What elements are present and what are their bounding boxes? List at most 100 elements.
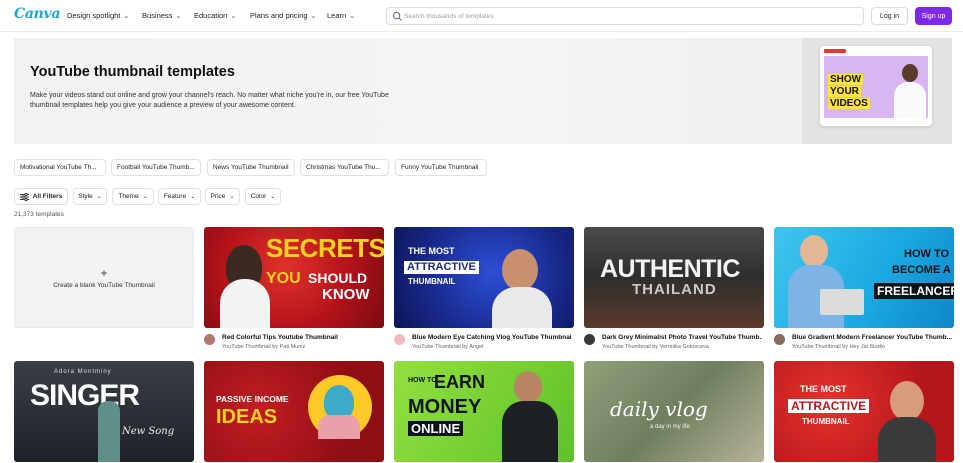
chevron-down-icon: ⌄ [142, 194, 148, 200]
create-blank-card[interactable]: + Create a blank YouTube Thumbnail [14, 227, 194, 328]
template-count: 21,373 templates [14, 211, 64, 218]
top-navigation-bar: Canva Design spotlight ⌄ Business ⌄ Educat… [0, 0, 963, 32]
monitor-illustration: SHOW YOUR VIDEOS [820, 46, 932, 126]
nav-education[interactable]: Education ⌄ [194, 11, 236, 20]
chevron-down-icon: ⌄ [123, 12, 130, 20]
thumbnail-text: KNOW [322, 286, 370, 303]
category-chip-funny[interactable]: Funny YouTube Thumbnail [395, 159, 487, 176]
template-author: YouTube Thumbnail by Veronika Gotovceva [602, 344, 709, 350]
thumbnail-text: THUMBNAIL [408, 277, 456, 286]
filter-price[interactable]: Price ⌄ [205, 188, 240, 205]
signup-button[interactable]: Sign up [915, 7, 952, 25]
nav-label: Business [142, 11, 173, 20]
thumbnail-person-body [220, 279, 270, 328]
author-avatar [584, 334, 595, 345]
template-title[interactable]: Dark Grey Minimalist Photo Travel YouTub… [602, 334, 762, 341]
filter-style[interactable]: Style ⌄ [73, 188, 107, 205]
template-card[interactable]: HOW TO EARN MONEY ONLINE [394, 361, 574, 462]
chevron-down-icon: ⌄ [175, 12, 182, 20]
create-blank-label: Create a blank YouTube Thumbnail [53, 282, 155, 289]
template-author: YouTube Thumbnail by Angel [412, 344, 484, 350]
filter-label: All Filters [32, 193, 63, 200]
login-button[interactable]: Log in [871, 7, 908, 25]
nav-label: Education [194, 11, 228, 20]
template-card[interactable]: daily vlog a day in my life [584, 361, 764, 462]
author-avatar [394, 334, 405, 345]
thumbnail-person-body [878, 417, 936, 462]
chevron-down-icon: ⌄ [96, 194, 102, 200]
thumbnail-text: PASSIVE INCOME [216, 394, 289, 404]
nav-plans-and-pricing[interactable]: Plans and pricing ⌄ [250, 11, 316, 20]
filter-label: Style [78, 193, 93, 200]
hero-banner: YouTube thumbnail templates Make your vi… [14, 38, 952, 144]
category-chip-news[interactable]: News YouTube Thumbnail [207, 159, 295, 176]
thumbnail-text: HOW TO [408, 377, 437, 384]
thumbnail-person [502, 249, 538, 291]
thumbnail-text: THE MOST [800, 384, 847, 394]
nav-label: Design spotlight [67, 11, 121, 20]
thumbnail-text: AUTHENTIC [600, 255, 740, 283]
template-author: YouTube Thumbnail by Pati Muniz [222, 344, 306, 350]
thumbnail-person-body [492, 287, 552, 328]
template-card[interactable]: THE MOST ATTRACTIVE THUMBNAIL [774, 361, 954, 462]
template-title[interactable]: Blue Modern Eye Catching Vlog YouTube Th… [412, 334, 572, 341]
laptop-illustration [820, 289, 864, 315]
chevron-down-icon: ⌄ [349, 12, 356, 20]
hero-art-line: VIDEOS [828, 98, 870, 109]
chevron-down-icon: ⌄ [190, 194, 196, 200]
thumbnail-text: SHOULD [308, 270, 368, 286]
template-card[interactable]: PASSIVE INCOME IDEAS [204, 361, 384, 462]
nav-business[interactable]: Business ⌄ [142, 11, 181, 20]
filter-label: Theme [118, 193, 139, 200]
search-box [386, 7, 864, 25]
thumbnail-text: ATTRACTIVE [788, 399, 870, 413]
filter-sliders-icon [19, 192, 29, 201]
hero-art-text: SHOW YOUR VIDEOS [828, 73, 870, 109]
all-filters-button[interactable]: All Filters [14, 188, 68, 205]
thumbnail-person [514, 371, 542, 403]
thumbnail-text: THAILAND [632, 281, 717, 298]
search-icon [392, 11, 403, 22]
search-input[interactable] [404, 10, 859, 23]
plus-icon: + [100, 266, 108, 280]
monitor-screen: SHOW YOUR VIDEOS [824, 56, 928, 118]
filter-color[interactable]: Color ⌄ [245, 188, 281, 205]
template-title[interactable]: Blue Gradient Modern Freelancer YouTube … [792, 334, 952, 341]
template-card[interactable]: HOW TO BECOME A FREELANCER [774, 227, 954, 328]
thumbnail-person [890, 381, 924, 421]
thumbnail-text: HOW TO [904, 248, 950, 260]
category-chip-football[interactable]: Football YouTube Thumb... [111, 159, 201, 176]
thumbnail-text: EARN [434, 372, 486, 392]
template-card[interactable]: Adora Montminy SINGER New Song [14, 361, 194, 462]
thumbnail-person [800, 235, 828, 267]
nav-label: Learn [327, 11, 347, 20]
thumbnail-person [324, 385, 354, 419]
template-card[interactable]: AUTHENTIC THAILAND [584, 227, 764, 328]
thumbnail-text: SECRETS [266, 233, 384, 263]
thumbnail-text: ATTRACTIVE [404, 261, 479, 274]
template-card[interactable]: SECRETS YOU SHOULD KNOW [204, 227, 384, 328]
canva-logo[interactable]: Canva [14, 6, 60, 22]
thumbnail-person-body [502, 401, 558, 462]
nav-design-spotlight[interactable]: Design spotlight ⌄ [67, 11, 129, 20]
thumbnail-text: THUMBNAIL [802, 417, 850, 426]
thumbnail-text: ONLINE [408, 421, 464, 436]
nav-label: Plans and pricing [250, 11, 308, 20]
filter-theme[interactable]: Theme ⌄ [112, 188, 154, 205]
filter-label: Price [210, 193, 226, 200]
template-card[interactable]: THE MOST ATTRACTIVE THUMBNAIL [394, 227, 574, 328]
thumbnail-text: Adora Montminy [54, 369, 112, 375]
hero-illustration: SHOW YOUR VIDEOS [802, 38, 952, 144]
template-title[interactable]: Red Colorful Tips Youtube Thumbnail [222, 334, 382, 341]
nav-learn[interactable]: Learn ⌄ [327, 11, 355, 20]
filter-feature[interactable]: Feature ⌄ [158, 188, 201, 205]
chevron-down-icon: ⌄ [310, 12, 317, 20]
thumbnail-person-body [318, 415, 360, 439]
thumbnail-text: YOU [266, 270, 301, 287]
thumbnail-text: SINGER [30, 379, 140, 412]
youtube-bar-icon [824, 49, 846, 53]
thumbnail-text: BECOME A [892, 264, 951, 276]
category-chip-motivational[interactable]: Motivational YouTube Th... [14, 159, 106, 176]
thumbnail-text: THE MOST [408, 246, 455, 256]
category-chip-christmas[interactable]: Christmas YouTube Thu... [300, 159, 389, 176]
